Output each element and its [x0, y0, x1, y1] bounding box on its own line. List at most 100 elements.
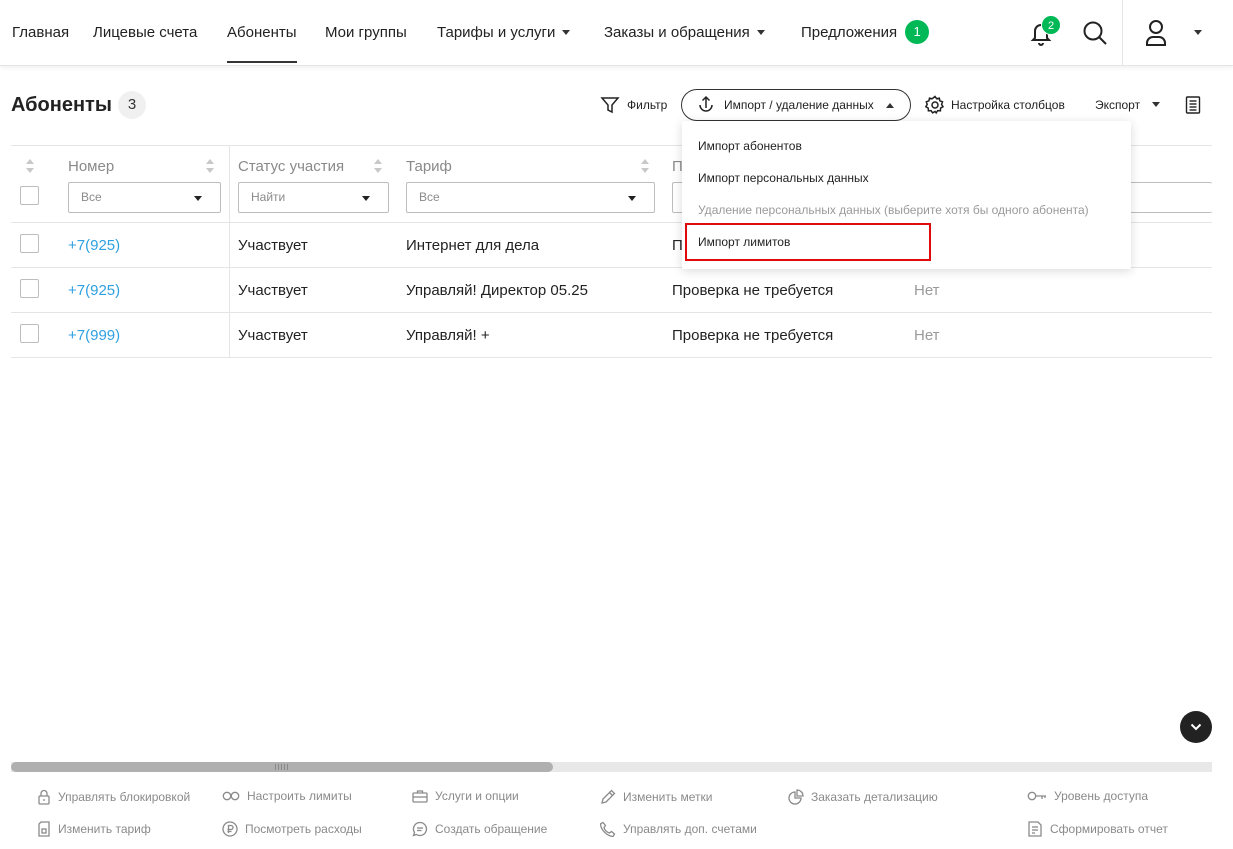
filter-label: Фильтр: [627, 98, 668, 112]
nav-item-tariffs[interactable]: Тарифы и услуги: [437, 0, 571, 66]
import-delete-data-label: Импорт / удаление данных: [724, 98, 874, 112]
chevron-down-icon: [1194, 29, 1202, 35]
user-menu-button[interactable]: [1138, 16, 1208, 50]
services-options-button[interactable]: Услуги и опции: [412, 789, 519, 803]
nav-item-my-groups[interactable]: Мои группы: [325, 0, 407, 66]
pie-chart-icon: [788, 789, 804, 805]
chat-icon: [412, 821, 428, 837]
sort-icon[interactable]: [205, 157, 215, 175]
nav-item-home[interactable]: Главная: [12, 0, 69, 66]
nav-item-tariffs-label: Тарифы и услуги: [437, 24, 556, 41]
export-label: Экспорт: [1095, 98, 1141, 112]
menu-item-delete-personal-data: Удаление персональных данных (выберите х…: [698, 203, 1089, 217]
scrollbar-grip: [275, 764, 289, 770]
highlight-frame: [685, 223, 931, 261]
tariff-name: Интернет для дела: [406, 237, 540, 254]
top-navigation: Главная Лицевые счета Абоненты Мои групп…: [0, 0, 1233, 66]
chevron-down-icon: [1190, 723, 1202, 731]
change-tariff-label: Изменить тариф: [58, 822, 151, 836]
participation-status: Участвует: [238, 282, 308, 299]
search-icon: [1083, 21, 1107, 45]
subscriber-number-link[interactable]: +7(925): [68, 237, 120, 254]
tariff-name: Управляй! Директор 05.25: [406, 282, 588, 299]
chevron-down-icon: [628, 196, 636, 201]
manage-blocking-label: Управлять блокировкой: [58, 790, 191, 804]
check-status: Проверка не требуется: [672, 327, 834, 344]
chevron-down-icon: [362, 196, 370, 201]
row-checkbox[interactable]: [20, 234, 39, 253]
nav-item-accounts[interactable]: Лицевые счета: [93, 0, 197, 66]
view-expenses-button[interactable]: Посмотреть расходы: [222, 821, 362, 837]
status-filter-select[interactable]: Найти: [238, 182, 389, 213]
sim-card-icon: [38, 821, 50, 837]
order-details-label: Заказать детализацию: [811, 790, 938, 804]
upload-icon: [699, 95, 713, 112]
status-filter-value: Найти: [251, 190, 286, 204]
nav-item-orders[interactable]: Заказы и обращения: [604, 0, 765, 66]
filter-button[interactable]: Фильтр: [600, 92, 667, 118]
tariff-filter-select[interactable]: Все: [406, 182, 655, 213]
chevron-down-icon: [562, 29, 571, 35]
chevron-down-icon: [194, 196, 202, 201]
sort-icon[interactable]: [373, 157, 383, 175]
export-button[interactable]: Экспорт: [1095, 92, 1161, 118]
set-limits-label: Настроить лимиты: [247, 789, 352, 803]
generate-report-label: Сформировать отчет: [1050, 822, 1168, 836]
sort-icon[interactable]: [640, 157, 650, 175]
ruble-icon: [222, 821, 238, 837]
search-button[interactable]: [1080, 18, 1110, 48]
nav-item-subscribers[interactable]: Абоненты: [227, 0, 297, 66]
generate-report-button[interactable]: Сформировать отчет: [1027, 821, 1168, 837]
page-title: Абоненты: [11, 94, 112, 116]
report-view-button[interactable]: [1185, 92, 1201, 118]
subscriber-number-link[interactable]: +7(925): [68, 282, 120, 299]
create-request-button[interactable]: Создать обращение: [412, 821, 547, 837]
subscriber-number-link[interactable]: +7(999): [68, 327, 120, 344]
briefcase-icon: [412, 790, 428, 803]
row-checkbox[interactable]: [20, 279, 39, 298]
nav-item-offers-label: Предложения: [801, 24, 898, 41]
column-settings-label: Настройка столбцов: [951, 98, 1065, 112]
number-filter-select[interactable]: Все: [68, 182, 221, 213]
order-details-button[interactable]: Заказать детализацию: [788, 789, 938, 805]
chevron-down-icon: [756, 29, 765, 35]
menu-item-import-subscribers[interactable]: Импорт абонентов: [698, 139, 802, 153]
document-list-icon: [1185, 96, 1201, 114]
chevron-up-icon: [885, 102, 894, 108]
column-settings-button[interactable]: Настройка столбцов: [925, 92, 1065, 118]
gear-icon: [925, 95, 945, 115]
tariff-filter-value: Все: [419, 190, 440, 204]
check-status: Проверка не требуется: [672, 282, 834, 299]
row-divider: [11, 357, 1212, 358]
manage-extra-accounts-button[interactable]: Управлять доп. счетами: [600, 821, 757, 837]
column-header-tariff: Тариф: [406, 158, 452, 175]
infinity-icon: [222, 791, 240, 801]
manage-blocking-button[interactable]: Управлять блокировкой: [37, 789, 190, 805]
import-delete-data-button[interactable]: Импорт / удаление данных: [681, 89, 911, 121]
sort-icon[interactable]: [25, 157, 35, 175]
tariff-name: Управляй! +: [406, 327, 490, 344]
change-tariff-button[interactable]: Изменить тариф: [37, 821, 151, 837]
access-level-button[interactable]: Уровень доступа: [1027, 789, 1148, 803]
pencil-icon: [601, 789, 616, 804]
set-limits-button[interactable]: Настроить лимиты: [222, 789, 352, 803]
scroll-down-button[interactable]: [1180, 711, 1212, 743]
chevron-down-icon: [1152, 101, 1161, 107]
nav-separator: [1122, 0, 1123, 66]
nav-item-offers[interactable]: Предложения 1: [801, 0, 930, 66]
extra-value: Нет: [914, 282, 940, 299]
row-checkbox[interactable]: [20, 324, 39, 343]
select-all-checkbox[interactable]: [20, 186, 39, 205]
participation-status: Участвует: [238, 237, 308, 254]
column-divider: [229, 145, 230, 357]
subscribers-count-badge: 3: [118, 91, 146, 119]
column-header-status: Статус участия: [238, 158, 345, 175]
extra-value: Нет: [914, 327, 940, 344]
participation-status: Участвует: [238, 327, 308, 344]
edit-tags-label: Изменить метки: [623, 790, 713, 804]
nav-item-orders-label: Заказы и обращения: [604, 24, 750, 41]
create-request-label: Создать обращение: [435, 822, 548, 836]
menu-item-import-personal-data[interactable]: Импорт персональных данных: [698, 171, 869, 185]
view-expenses-label: Посмотреть расходы: [245, 822, 362, 836]
edit-tags-button[interactable]: Изменить метки: [600, 789, 712, 805]
